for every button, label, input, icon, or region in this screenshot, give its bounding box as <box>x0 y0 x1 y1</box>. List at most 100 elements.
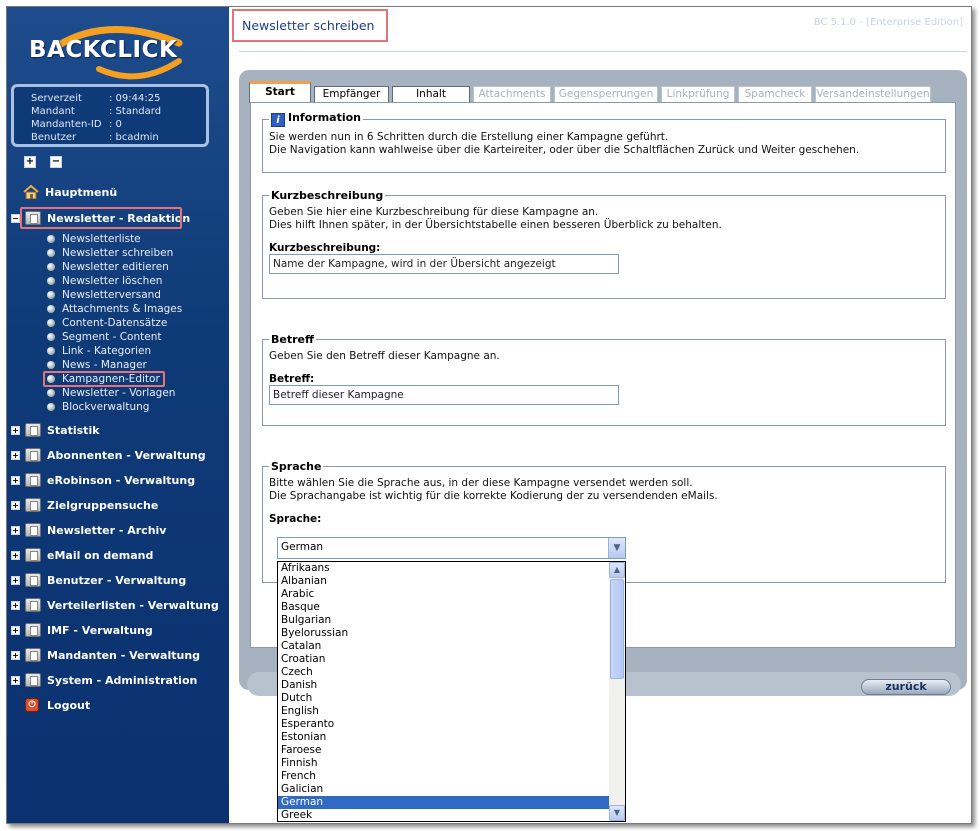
language-option[interactable]: Danish <box>278 679 610 692</box>
language-option[interactable]: English <box>278 705 610 718</box>
tab-attachments[interactable]: Attachments <box>473 86 551 103</box>
bullet-icon <box>47 403 55 411</box>
menu-erobinson-verwaltung[interactable]: + eRobinson - Verwaltung <box>11 470 195 490</box>
expand-icon[interactable]: + <box>11 650 20 660</box>
tab-inhalt[interactable]: Inhalt <box>392 86 470 103</box>
bullet-icon <box>47 249 55 257</box>
sub-item-link-kategorien[interactable]: Link - Kategorien <box>47 344 151 358</box>
menu-benutzer-verwaltung[interactable]: + Benutzer - Verwaltung <box>11 570 186 590</box>
scroll-down-icon[interactable]: ▼ <box>609 805 625 821</box>
section-legend: i Information <box>269 111 363 127</box>
language-option[interactable]: Estonian <box>278 731 610 744</box>
expand-icon[interactable]: + <box>11 500 20 510</box>
sub-item-news-manager[interactable]: News - Manager <box>47 358 147 372</box>
expand-icon[interactable]: + <box>11 625 20 635</box>
language-option[interactable]: Arabic <box>278 588 610 601</box>
expand-icon[interactable]: + <box>11 425 20 435</box>
collapse-all-button[interactable]: − <box>50 156 62 168</box>
bullet-icon <box>47 361 55 369</box>
sub-item-newsletterliste[interactable]: Newsletterliste <box>47 232 141 246</box>
tab-start[interactable]: Start <box>249 81 311 103</box>
language-option[interactable]: German <box>278 796 610 809</box>
wizard-tabs: Start Empfänger Inhalt Attachments Gegen… <box>249 81 934 103</box>
tab-spamcheck[interactable]: Spamcheck <box>738 86 812 103</box>
expand-icon[interactable]: + <box>11 675 20 685</box>
language-option[interactable]: Finnish <box>278 757 610 770</box>
language-option[interactable]: Faroese <box>278 744 610 757</box>
language-option[interactable]: Croatian <box>278 653 610 666</box>
tab-versandeinstellungen[interactable]: Versandeinstellungen <box>815 86 931 103</box>
language-option[interactable]: Galician <box>278 783 610 796</box>
menu-zielgruppensuche[interactable]: + Zielgruppensuche <box>11 495 158 515</box>
language-option[interactable]: Greek <box>278 809 610 821</box>
expand-icon[interactable]: + <box>11 450 20 460</box>
language-select[interactable]: German ▼ <box>277 537 626 559</box>
sub-item-content-datensaetze[interactable]: Content-Datensätze <box>47 316 167 330</box>
bullet-icon <box>47 333 55 341</box>
tab-gegensperrungen[interactable]: Gegensperrungen <box>554 86 658 103</box>
expand-icon[interactable]: + <box>11 575 20 585</box>
sub-item-attachments-images[interactable]: Attachments & Images <box>47 302 182 316</box>
section-betreff: Betreff Geben Sie den Betreff dieser Kam… <box>262 333 946 426</box>
bullet-icon <box>47 235 55 243</box>
language-select-value: German <box>281 541 324 553</box>
language-option[interactable]: Byelorussian <box>278 627 610 640</box>
expand-icon[interactable]: + <box>11 600 20 610</box>
tab-linkpruefung[interactable]: Linkprüfung <box>661 86 735 103</box>
sub-item-segment-content[interactable]: Segment - Content <box>47 330 161 344</box>
menu-system-administration[interactable]: + System - Administration <box>11 670 197 690</box>
kurzbeschreibung-input[interactable]: Name der Kampagne, wird in der Übersicht… <box>269 254 619 274</box>
scroll-up-icon[interactable]: ▲ <box>609 562 625 578</box>
language-option[interactable]: Afrikaans <box>278 562 610 575</box>
chevron-down-icon[interactable]: ▼ <box>608 538 625 558</box>
sub-item-newsletterversand[interactable]: Newsletterversand <box>47 288 161 302</box>
menu-hauptmenue[interactable]: Hauptmenü <box>23 182 117 202</box>
scroll-thumb[interactable] <box>610 579 624 679</box>
menu-abonnenten-verwaltung[interactable]: + Abonnenten - Verwaltung <box>11 445 206 465</box>
tab-empfaenger[interactable]: Empfänger <box>314 86 389 103</box>
folder-icon <box>25 598 41 612</box>
betreff-input[interactable]: Betreff dieser Kampagne <box>269 385 619 405</box>
app-window: BACKCLICK Serverzeit: 09:44:25 Mandant: … <box>6 6 972 824</box>
info-row-benutzer: Benutzer: bcadmin <box>31 132 159 143</box>
language-option[interactable]: Dutch <box>278 692 610 705</box>
menu-verteilerlisten-verwaltung[interactable]: + Verteilerlisten - Verwaltung <box>11 595 219 615</box>
menu-email-on-demand[interactable]: + eMail on demand <box>11 545 153 565</box>
folder-icon <box>25 448 41 462</box>
highlight-newsletter-redaktion <box>20 207 182 229</box>
header-divider <box>239 51 967 52</box>
menu-statistik[interactable]: + Statistik <box>11 420 100 440</box>
menu-logout[interactable]: ⏻ Logout <box>25 695 90 715</box>
sub-item-newsletter-loeschen[interactable]: Newsletter löschen <box>47 274 162 288</box>
version-label: BC 5.1.0 - [Enterprise Edition] <box>813 17 963 28</box>
language-option[interactable]: Basque <box>278 601 610 614</box>
menu-mandanten-verwaltung[interactable]: + Mandanten - Verwaltung <box>11 645 200 665</box>
info-row-serverzeit: Serverzeit: 09:44:25 <box>31 93 161 104</box>
sub-item-blockverwaltung[interactable]: Blockverwaltung <box>47 400 149 414</box>
expand-all-button[interactable]: + <box>24 156 36 168</box>
collapse-icon[interactable]: − <box>11 213 20 223</box>
language-option[interactable]: Albanian <box>278 575 610 588</box>
language-option[interactable]: Esperanto <box>278 718 610 731</box>
bullet-icon <box>47 347 55 355</box>
expand-icon[interactable]: + <box>11 550 20 560</box>
sub-item-newsletter-editieren[interactable]: Newsletter editieren <box>47 260 169 274</box>
language-option[interactable]: Catalan <box>278 640 610 653</box>
language-option[interactable]: Bulgarian <box>278 614 610 627</box>
language-option[interactable]: Czech <box>278 666 610 679</box>
language-dropdown-list[interactable]: Afrikaans Albanian Arabic Basque Bulgarian By… <box>277 561 626 822</box>
language-options: Afrikaans Albanian Arabic Basque Bulgarian By… <box>278 562 625 821</box>
logo-text: BACKCLICK <box>29 37 178 63</box>
sub-item-newsletter-vorlagen[interactable]: Newsletter - Vorlagen <box>47 386 175 400</box>
section-information: i Information Sie werden nun in 6 Schritt… <box>262 111 946 173</box>
menu-imf-verwaltung[interactable]: + IMF - Verwaltung <box>11 620 153 640</box>
back-button[interactable]: zurück <box>861 679 951 695</box>
dropdown-scrollbar[interactable]: ▲ ▼ <box>609 562 625 821</box>
expand-icon[interactable]: + <box>11 475 20 485</box>
menu-newsletter-archiv[interactable]: + Newsletter - Archiv <box>11 520 166 540</box>
expand-icon[interactable]: + <box>11 525 20 535</box>
bullet-icon <box>47 305 55 313</box>
language-option[interactable]: French <box>278 770 610 783</box>
bullet-icon <box>47 277 55 285</box>
sub-item-newsletter-schreiben[interactable]: Newsletter schreiben <box>47 246 173 260</box>
